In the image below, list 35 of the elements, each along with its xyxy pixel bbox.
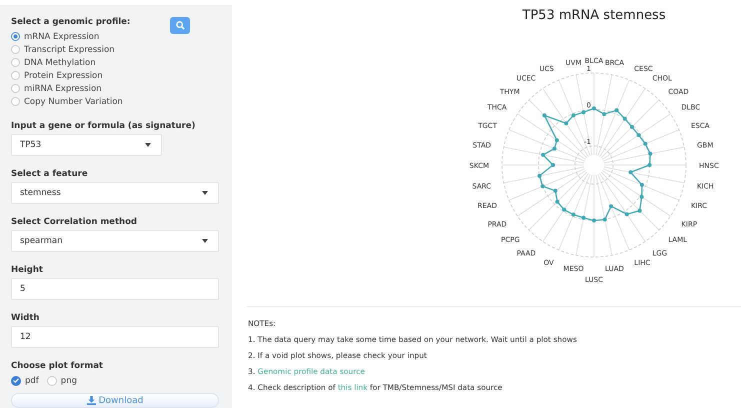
- field-label: Input a gene or formula (as signature): [11, 121, 196, 131]
- select-field[interactable]: stemness: [11, 182, 219, 204]
- radio-label[interactable]: Protein Expression: [24, 70, 103, 80]
- select-field[interactable]: spearman: [11, 230, 219, 252]
- radio-label[interactable]: DNA Methylation: [24, 58, 96, 68]
- radio-label[interactable]: png: [60, 376, 77, 386]
- field-label: Choose plot format: [11, 361, 104, 371]
- caret-icon: [145, 143, 151, 147]
- radio-button[interactable]: [11, 45, 20, 54]
- radio-button[interactable]: [46, 376, 57, 386]
- radio-label[interactable]: pdf: [25, 376, 39, 386]
- radio-button[interactable]: [11, 376, 21, 386]
- search-icon: [176, 21, 184, 30]
- radio-label[interactable]: Copy Number Variation: [24, 96, 123, 106]
- field-label: Select a feature: [11, 169, 89, 179]
- search-button[interactable]: [170, 17, 190, 34]
- radio-button[interactable]: [11, 97, 20, 106]
- radio-label[interactable]: Transcript Expression: [24, 44, 115, 54]
- radio-button[interactable]: [11, 84, 20, 93]
- chart-title: TP53 mRNA stemness: [522, 8, 666, 23]
- radio-label[interactable]: mRNA Expression: [24, 32, 100, 42]
- caret-icon: [202, 191, 208, 195]
- radio-button[interactable]: [11, 58, 20, 67]
- input-field[interactable]: 12: [11, 326, 219, 348]
- radio-label[interactable]: miRNA Expression: [24, 84, 102, 94]
- radio-button[interactable]: [11, 32, 20, 41]
- field-label: Width: [11, 313, 40, 323]
- input-field[interactable]: 5: [11, 278, 219, 300]
- radio-button[interactable]: [11, 71, 20, 80]
- field-label: Height: [11, 265, 44, 275]
- download-icon: [86, 396, 96, 405]
- field-label: Select Correlation method: [11, 217, 138, 227]
- field-label: Select a genomic profile:: [11, 17, 130, 27]
- caret-icon: [202, 239, 208, 243]
- select-field[interactable]: TP53: [11, 134, 162, 156]
